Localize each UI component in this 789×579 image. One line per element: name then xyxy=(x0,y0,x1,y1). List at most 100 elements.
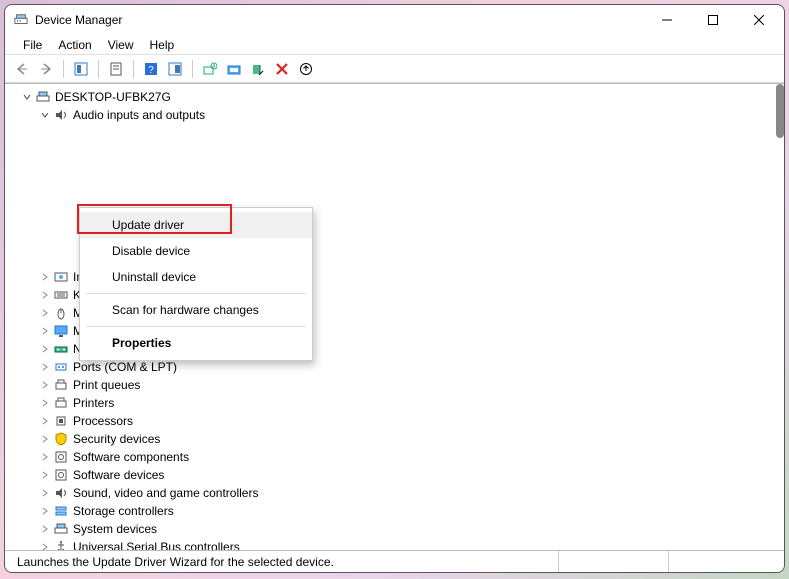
tree-label: Storage controllers xyxy=(73,502,174,520)
menu-label: Update driver xyxy=(112,218,184,232)
device-category-icon xyxy=(53,305,69,321)
toolbar-separator xyxy=(63,60,64,78)
app-icon xyxy=(13,12,29,28)
tree-label: System devices xyxy=(73,520,157,538)
device-category-icon xyxy=(53,485,69,501)
tree-item[interactable]: Printers xyxy=(11,394,778,412)
chevron-right-icon xyxy=(39,415,51,427)
chevron-right-icon xyxy=(39,505,51,517)
tree-label: Software devices xyxy=(73,466,164,484)
device-manager-window: Device Manager File Action View Help ? xyxy=(4,4,785,573)
tree-item[interactable]: Universal Serial Bus controllers xyxy=(11,538,778,550)
device-category-icon xyxy=(53,503,69,519)
tree-label: DESKTOP-UFBK27G xyxy=(55,88,171,106)
device-category-icon xyxy=(53,539,69,550)
toolbar-separator xyxy=(133,60,134,78)
toolbar-separator xyxy=(192,60,193,78)
tree-label: Sound, video and game controllers xyxy=(73,484,258,502)
chevron-right-icon xyxy=(39,433,51,445)
chevron-down-icon xyxy=(39,109,51,121)
tree-item[interactable]: Security devices xyxy=(11,430,778,448)
window-title: Device Manager xyxy=(35,13,122,27)
device-category-icon xyxy=(53,377,69,393)
tree-pane: DESKTOP-UFBK27G Audio inputs and outputs… xyxy=(5,83,784,550)
disable-device-button[interactable] xyxy=(247,58,269,80)
computer-icon xyxy=(35,89,51,105)
chevron-right-icon xyxy=(39,271,51,283)
toolbar: ? xyxy=(5,55,784,83)
svg-text:?: ? xyxy=(148,65,154,76)
chevron-right-icon xyxy=(39,343,51,355)
maximize-button[interactable] xyxy=(690,5,736,35)
tree-root[interactable]: DESKTOP-UFBK27G xyxy=(11,88,778,106)
audio-icon xyxy=(53,107,69,123)
status-bar: Launches the Update Driver Wizard for th… xyxy=(5,550,784,572)
scan-hardware-button[interactable] xyxy=(199,58,221,80)
tree-item[interactable]: Print queues xyxy=(11,376,778,394)
menu-label: Disable device xyxy=(112,244,190,258)
tree-item[interactable]: Software devices xyxy=(11,466,778,484)
device-category-icon xyxy=(53,467,69,483)
tree-item[interactable]: System devices xyxy=(11,520,778,538)
menu-help[interactable]: Help xyxy=(142,36,183,54)
vertical-scrollbar[interactable] xyxy=(776,84,784,138)
tree-label: Processors xyxy=(73,412,133,430)
device-category-icon xyxy=(53,413,69,429)
menu-uninstall-device[interactable]: Uninstall device xyxy=(80,264,312,290)
add-legacy-button[interactable] xyxy=(295,58,317,80)
menu-file[interactable]: File xyxy=(15,36,50,54)
tree-label: Print queues xyxy=(73,376,140,394)
device-category-icon xyxy=(53,395,69,411)
menu-scan-hardware[interactable]: Scan for hardware changes xyxy=(80,297,312,323)
chevron-right-icon xyxy=(39,397,51,409)
menu-label: Properties xyxy=(112,336,171,350)
tree-label: Universal Serial Bus controllers xyxy=(73,538,240,550)
menu-disable-device[interactable]: Disable device xyxy=(80,238,312,264)
chevron-right-icon xyxy=(39,361,51,373)
menu-update-driver[interactable]: Update driver xyxy=(80,212,312,238)
back-button[interactable] xyxy=(11,58,33,80)
help-button[interactable]: ? xyxy=(140,58,162,80)
menu-action[interactable]: Action xyxy=(50,36,99,54)
tree-label: Audio inputs and outputs xyxy=(73,106,205,124)
show-hide-tree-button[interactable] xyxy=(70,58,92,80)
menu-properties[interactable]: Properties xyxy=(80,330,312,356)
tree-label: Printers xyxy=(73,394,114,412)
chevron-right-icon xyxy=(39,523,51,535)
menu-separator xyxy=(86,326,306,327)
chevron-right-icon xyxy=(39,379,51,391)
device-category-icon xyxy=(53,287,69,303)
chevron-right-icon xyxy=(39,307,51,319)
chevron-right-icon xyxy=(39,325,51,337)
chevron-right-icon xyxy=(39,541,51,550)
chevron-right-icon xyxy=(39,469,51,481)
menu-label: Scan for hardware changes xyxy=(112,303,259,317)
properties-button[interactable] xyxy=(105,58,127,80)
chevron-down-icon xyxy=(21,91,33,103)
status-cell xyxy=(558,551,668,572)
device-category-icon xyxy=(53,323,69,339)
menu-view[interactable]: View xyxy=(100,36,142,54)
tree-item[interactable]: Sound, video and game controllers xyxy=(11,484,778,502)
device-category-icon xyxy=(53,341,69,357)
close-button[interactable] xyxy=(736,5,782,35)
forward-button[interactable] xyxy=(35,58,57,80)
chevron-right-icon xyxy=(39,487,51,499)
tree-label: Software components xyxy=(73,448,189,466)
uninstall-button[interactable] xyxy=(271,58,293,80)
chevron-right-icon xyxy=(39,289,51,301)
status-text: Launches the Update Driver Wizard for th… xyxy=(11,551,558,572)
device-category-icon xyxy=(53,521,69,537)
minimize-button[interactable] xyxy=(644,5,690,35)
chevron-right-icon xyxy=(39,451,51,463)
tree-item[interactable]: Software components xyxy=(11,448,778,466)
action-pane-button[interactable] xyxy=(164,58,186,80)
tree-item-expanded[interactable]: Audio inputs and outputs xyxy=(11,106,778,124)
tree-item[interactable]: Storage controllers xyxy=(11,502,778,520)
update-driver-button[interactable] xyxy=(223,58,245,80)
tree-item[interactable]: Processors xyxy=(11,412,778,430)
tree-label: Security devices xyxy=(73,430,160,448)
menubar: File Action View Help xyxy=(5,35,784,55)
toolbar-separator xyxy=(98,60,99,78)
device-category-icon xyxy=(53,449,69,465)
